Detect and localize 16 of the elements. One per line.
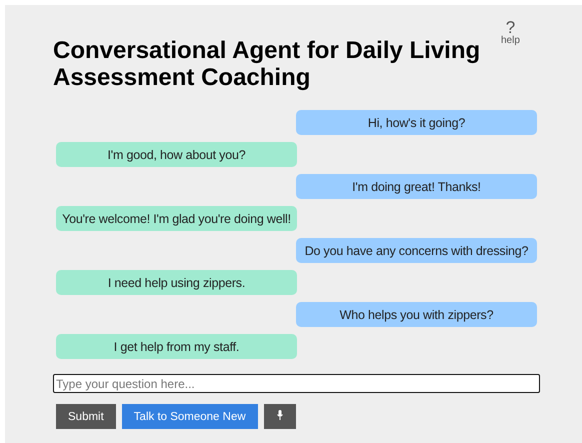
agent-message: Do you have any concerns with dressing? <box>296 238 537 263</box>
user-message: I need help using zippers. <box>56 270 297 295</box>
user-message: I get help from my staff. <box>56 334 297 359</box>
user-message: You're welcome! I'm glad you're doing well! <box>56 206 297 231</box>
microphone-button[interactable] <box>264 404 296 429</box>
microphone-icon <box>276 410 283 420</box>
question-field[interactable]: Type your question here... <box>53 374 540 393</box>
help-link[interactable]: help <box>501 36 520 46</box>
submit-button[interactable]: Submit <box>56 404 116 429</box>
help-icon[interactable]: ? <box>506 19 516 36</box>
page-title: Conversational Agent for Daily Living Assessment Coaching <box>53 37 482 91</box>
new-conversation-button[interactable]: Talk to Someone New <box>122 404 258 429</box>
agent-message: Hi, how's it going? <box>296 110 537 135</box>
agent-message: I'm doing great! Thanks! <box>296 174 537 199</box>
agent-message: Who helps you with zippers? <box>296 302 537 327</box>
user-message: I'm good, how about you? <box>56 142 297 167</box>
